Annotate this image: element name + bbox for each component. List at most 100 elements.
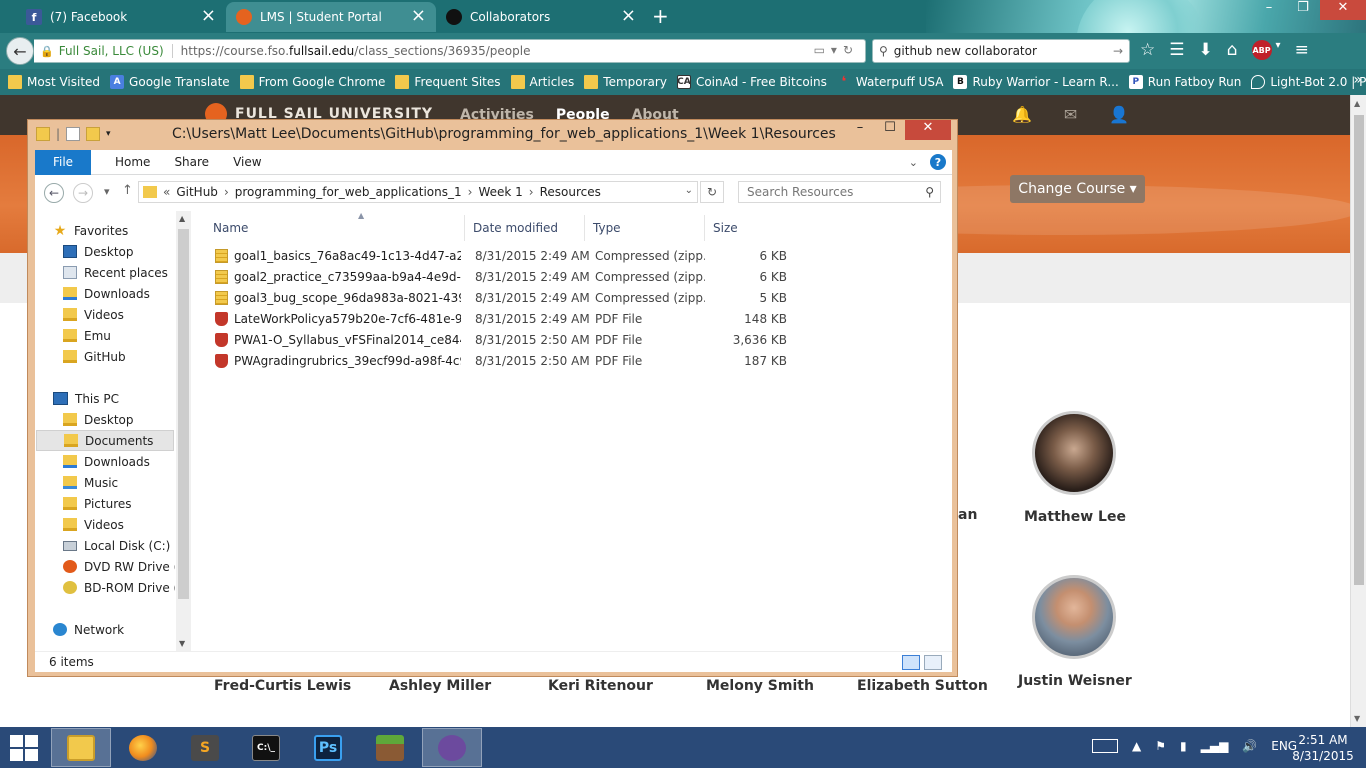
close-tab-icon[interactable]: × xyxy=(411,7,426,25)
site-identity[interactable]: Full Sail, LLC (US) xyxy=(59,44,173,58)
qat-dropdown-icon[interactable]: ▾ xyxy=(106,129,111,139)
bookmark-temporary[interactable]: Temporary xyxy=(584,75,667,89)
breadcrumb-resources[interactable]: Resources xyxy=(540,185,601,199)
nav-pane-scrollbar[interactable]: ▲ ▼ xyxy=(176,211,191,651)
breadcrumb-repo[interactable]: programming_for_web_applications_1 xyxy=(235,185,462,199)
file-row[interactable]: PWA1-O_Syllabus_vFSFinal2014_ce84447... 8… xyxy=(205,330,787,351)
bookmark-from-google-chrome[interactable]: From Google Chrome xyxy=(239,75,385,89)
adblock-icon[interactable]: ABP xyxy=(1251,40,1272,60)
scroll-up-icon[interactable]: ▲ xyxy=(1354,99,1360,108)
downloads-icon[interactable]: ⬇ xyxy=(1199,40,1213,60)
reader-icon[interactable]: ▭ xyxy=(814,43,831,57)
tab-view[interactable]: View xyxy=(233,155,261,169)
taskbar-photoshop[interactable]: Ps xyxy=(298,728,358,767)
taskbar-cmd[interactable]: C:\_ xyxy=(236,728,296,767)
taskbar-file-explorer[interactable] xyxy=(51,728,111,767)
bookmark-waterpuff[interactable]: ❛ Waterpuff USA xyxy=(837,74,943,90)
large-icons-view-icon[interactable] xyxy=(924,655,942,670)
volume-icon[interactable]: 🔊 xyxy=(1242,739,1257,753)
file-row[interactable]: LateWorkPolicya579b20e-7cf6-481e-9056...… xyxy=(205,309,787,330)
file-row[interactable]: goal1_basics_76a8ac49-1c13-4d47-a2a1-...… xyxy=(205,246,787,267)
windows-start-icon[interactable] xyxy=(10,735,38,761)
tab-collaborators[interactable]: Collaborators × xyxy=(436,2,646,32)
close-tab-icon[interactable]: × xyxy=(621,7,636,25)
wifi-signal-icon[interactable]: ▂▄▆ xyxy=(1201,739,1229,753)
column-name[interactable]: Name ▲ xyxy=(205,211,465,241)
tab-facebook[interactable]: f (7) Facebook × xyxy=(16,2,226,32)
close-window-icon[interactable]: ✕ xyxy=(905,120,951,140)
address-dropdown-icon[interactable]: ⌄ xyxy=(685,185,693,196)
nav-documents[interactable]: Documents xyxy=(36,430,174,451)
scrollbar-thumb[interactable] xyxy=(1354,115,1364,585)
scroll-down-icon[interactable]: ▼ xyxy=(179,639,185,648)
bookmark-star-icon[interactable]: ☆ xyxy=(1140,40,1155,60)
nav-network[interactable]: Network xyxy=(53,619,193,640)
breadcrumb-github[interactable]: GitHub xyxy=(176,185,218,199)
home-icon[interactable]: ⌂ xyxy=(1227,40,1238,60)
file-row[interactable]: PWAgradingrubrics_39ecf99d-a98f-4c90-...… xyxy=(205,351,787,372)
bookmark-lightbot[interactable]: Light-Bot 2.0 | Puzzle ... xyxy=(1251,75,1366,89)
bookmarks-menu-icon[interactable]: ☰ xyxy=(1169,40,1184,60)
person-card[interactable]: Matthew Lee xyxy=(1024,411,1126,525)
bookmark-coinad[interactable]: CA CoinAd - Free Bitcoins xyxy=(676,75,827,89)
properties-icon[interactable] xyxy=(66,127,81,141)
scroll-down-icon[interactable]: ▼ xyxy=(1354,714,1360,723)
file-row[interactable]: goal2_practice_c73599aa-b9a4-4e9d-bc1...… xyxy=(205,267,787,288)
bookmark-articles[interactable]: Articles xyxy=(510,75,574,89)
taskbar-github[interactable] xyxy=(422,728,482,767)
restore-icon[interactable]: ❐ xyxy=(1286,0,1320,20)
close-window-icon[interactable]: ✕ xyxy=(1320,0,1366,20)
taskbar-sublime[interactable]: S xyxy=(175,728,235,767)
taskbar-minecraft[interactable] xyxy=(360,728,420,767)
back-button[interactable]: ← xyxy=(6,37,34,65)
nav-this-pc[interactable]: This PC xyxy=(53,388,193,409)
notifications-bell-icon[interactable]: 🔔 xyxy=(1012,105,1032,124)
search-resources-input[interactable]: Search Resources ⚲ xyxy=(738,181,941,203)
person-card[interactable]: Justin Weisner xyxy=(1018,575,1132,689)
nav-bd-drive[interactable]: BD-ROM Drive (F xyxy=(63,577,175,598)
breadcrumb-week[interactable]: Week 1 xyxy=(478,185,522,199)
scrollbar-thumb[interactable] xyxy=(178,229,189,599)
nav-favorites[interactable]: ★ Favorites xyxy=(53,220,193,241)
dropdown-icon[interactable]: ▾ xyxy=(831,43,843,57)
bookmark-run-fatboy-run[interactable]: P Run Fatboy Run xyxy=(1128,75,1241,89)
column-size[interactable]: Size xyxy=(705,215,785,241)
column-date-modified[interactable]: Date modified xyxy=(465,215,585,241)
url-bar[interactable]: 🔒 Full Sail, LLC (US) https://course.fso… xyxy=(34,39,866,63)
scroll-up-icon[interactable]: ▲ xyxy=(179,214,185,223)
person-name[interactable]: Fred-Curtis Lewis xyxy=(214,678,351,694)
tab-share[interactable]: Share xyxy=(174,155,209,169)
nav-dvd-drive[interactable]: DVD RW Drive (D xyxy=(63,556,175,577)
person-name[interactable]: Elizabeth Sutton xyxy=(857,678,988,694)
bookmarks-overflow-icon[interactable]: » xyxy=(1353,72,1362,88)
close-tab-icon[interactable]: × xyxy=(201,7,216,25)
search-go-icon[interactable]: → xyxy=(1113,44,1123,58)
bookmark-ruby-warrior[interactable]: B Ruby Warrior - Learn R... xyxy=(953,75,1119,89)
person-name[interactable]: Melony Smith xyxy=(706,678,814,694)
forward-arrow-icon[interactable]: → xyxy=(73,183,93,203)
bookmark-frequent-sites[interactable]: Frequent Sites xyxy=(395,75,501,89)
person-name[interactable]: Ashley Miller xyxy=(389,678,491,694)
minimize-icon[interactable]: – xyxy=(845,120,875,140)
touch-keyboard-icon[interactable] xyxy=(1092,739,1118,753)
page-scrollbar[interactable]: ▲ ▼ xyxy=(1350,95,1366,727)
maximize-icon[interactable]: ☐ xyxy=(875,120,905,140)
system-clock[interactable]: 2:51 AM 8/31/2015 xyxy=(1290,732,1356,764)
help-icon[interactable]: ? xyxy=(930,154,946,170)
person-name[interactable]: Keri Ritenour xyxy=(548,678,653,694)
new-folder-icon[interactable] xyxy=(86,127,101,141)
battery-icon[interactable]: ▮ xyxy=(1180,739,1187,753)
recent-locations-icon[interactable]: ▾ xyxy=(104,185,110,198)
search-bar[interactable]: ⚲ github new collaborator → xyxy=(872,39,1130,63)
details-view-icon[interactable] xyxy=(902,655,920,670)
back-arrow-icon[interactable]: ← xyxy=(44,183,64,203)
bookmark-most-visited[interactable]: Most Visited xyxy=(8,75,100,89)
address-bar[interactable]: « GitHub › programming_for_web_applicati… xyxy=(138,181,698,203)
taskbar-firefox[interactable] xyxy=(113,728,173,767)
mail-icon[interactable]: ✉ xyxy=(1064,105,1077,124)
minimize-icon[interactable]: – xyxy=(1252,0,1286,20)
file-row[interactable]: goal3_bug_scope_96da983a-8021-439a-8... 8… xyxy=(205,288,787,309)
tab-home[interactable]: Home xyxy=(115,155,150,169)
expand-ribbon-icon[interactable]: ⌄ xyxy=(909,156,918,169)
bookmark-google-translate[interactable]: A Google Translate xyxy=(110,75,230,89)
